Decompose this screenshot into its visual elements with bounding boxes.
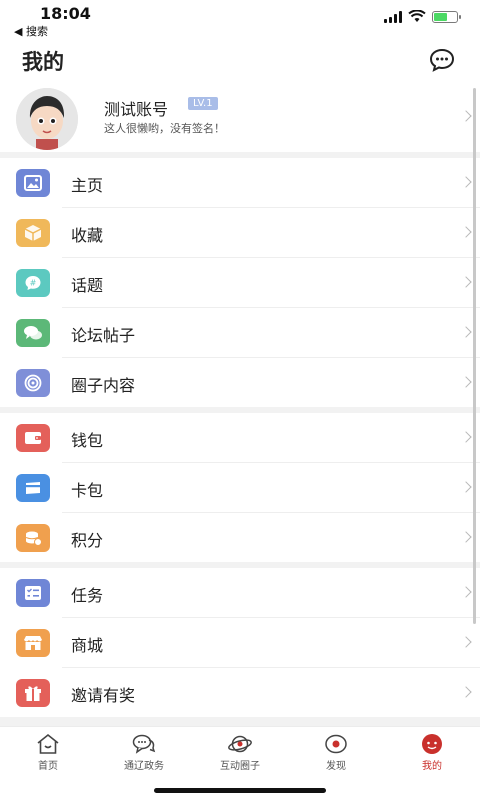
menu-label: 主页: [71, 176, 104, 195]
profile-face-icon: [422, 734, 442, 754]
svg-text:#: #: [30, 279, 37, 288]
tab-tongliao-government[interactable]: 通辽政务: [96, 727, 192, 773]
tab-label: 通辽政务: [124, 761, 164, 772]
home-indicator: [154, 788, 326, 793]
menu-label: 论坛帖子: [71, 326, 136, 345]
menu-label: 圈子内容: [71, 376, 136, 395]
tab-label: 互动圈子: [220, 761, 260, 772]
wifi-icon: [408, 10, 426, 22]
chevron-right-icon: [460, 326, 472, 338]
chevron-right-icon: [460, 176, 472, 188]
tab-mine[interactable]: 我的: [384, 727, 480, 773]
profile-card[interactable]: 测试账号 LV.1 这人很懒哟，没有签名！: [0, 84, 480, 150]
menu-item-invite-rewards[interactable]: 邀请有奖: [0, 668, 480, 718]
image-icon: [16, 169, 50, 197]
chevron-right-icon: [460, 686, 472, 698]
status-icons: [384, 10, 461, 23]
menu-label: 邀请有奖: [71, 686, 136, 705]
tab-label: 首页: [38, 761, 58, 772]
page-title: 我的: [22, 50, 64, 74]
menu-label: 任务: [71, 586, 104, 605]
cartoon-avatar-icon: [16, 88, 78, 150]
chevron-right-icon: [460, 636, 472, 648]
box-icon: [16, 219, 50, 247]
menu-label: 钱包: [71, 431, 104, 450]
page-header: 我的: [0, 42, 480, 78]
chevron-right-icon: [460, 226, 472, 238]
wallet-icon: [16, 424, 50, 452]
task-list-icon: [16, 579, 50, 607]
menu-item-wallet[interactable]: 钱包: [0, 413, 480, 463]
chat-bubble-icon: [429, 48, 455, 72]
menu-item-favorites[interactable]: 收藏: [0, 208, 480, 258]
discover-icon: [325, 734, 347, 754]
home-icon: [37, 733, 59, 754]
section-gap: [0, 717, 480, 726]
scrollbar[interactable]: [473, 88, 476, 624]
swirl-icon: [16, 369, 50, 397]
menu-item-store[interactable]: 商城: [0, 618, 480, 668]
menu-item-card-holder[interactable]: 卡包: [0, 463, 480, 513]
bottom-tab-bar: 首页 通辽政务 互动圈子 发现 我的: [0, 726, 480, 800]
menu-item-points[interactable]: 积分: [0, 513, 480, 563]
chat-bubbles-icon: [132, 734, 156, 754]
store-icon: [16, 629, 50, 657]
chevron-right-icon: [460, 586, 472, 598]
avatar[interactable]: [16, 88, 78, 150]
status-time: 18:04: [40, 4, 91, 23]
tab-discover[interactable]: 发现: [288, 727, 384, 773]
chevron-right-icon: [460, 110, 472, 122]
menu-label: 卡包: [71, 481, 104, 500]
coins-icon: [16, 524, 50, 552]
level-badge: LV.1: [188, 97, 218, 110]
profile-signature: 这人很懒哟，没有签名！: [104, 122, 225, 135]
menu-label: 商城: [71, 636, 104, 655]
menu-item-tasks[interactable]: 任务: [0, 568, 480, 618]
tab-interactive-circle[interactable]: 互动圈子: [192, 727, 288, 773]
tab-label: 我的: [422, 761, 442, 772]
menu-label: 积分: [71, 531, 104, 550]
planet-icon: [228, 735, 252, 753]
card-icon: [16, 474, 50, 502]
profile-name: 测试账号: [104, 100, 169, 119]
menu-label: 话题: [71, 276, 104, 295]
back-to-search-link[interactable]: ◀ 搜索: [14, 23, 48, 39]
battery-icon: [432, 10, 461, 23]
chevron-right-icon: [460, 276, 472, 288]
status-bar: 18:04 ◀ 搜索: [0, 0, 480, 40]
gift-icon: [16, 679, 50, 707]
tab-label: 发现: [326, 761, 346, 772]
menu-label: 收藏: [71, 226, 104, 245]
hashtag-bubble-icon: #: [16, 269, 50, 297]
menu-item-homepage[interactable]: 主页: [0, 158, 480, 208]
chevron-right-icon: [460, 481, 472, 493]
menu-item-circle-content[interactable]: 圈子内容: [0, 358, 480, 408]
messages-button[interactable]: [428, 46, 456, 74]
chevron-right-icon: [460, 431, 472, 443]
menu-item-topics[interactable]: # 话题: [0, 258, 480, 308]
chevron-right-icon: [460, 531, 472, 543]
menu-item-forum-posts[interactable]: 论坛帖子: [0, 308, 480, 358]
signal-icon: [384, 10, 402, 23]
speech-bubbles-icon: [16, 319, 50, 347]
tab-home[interactable]: 首页: [0, 727, 96, 773]
chevron-right-icon: [460, 376, 472, 388]
